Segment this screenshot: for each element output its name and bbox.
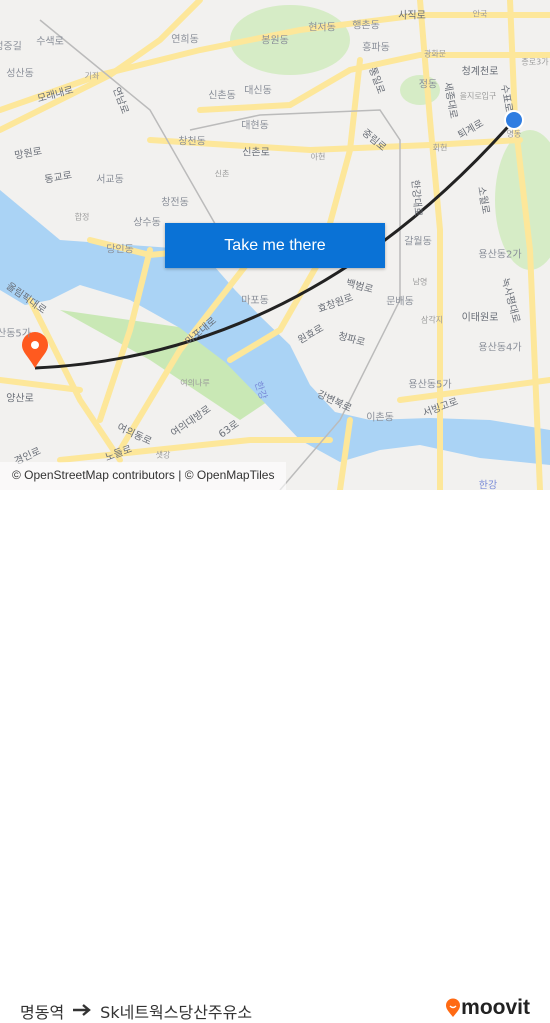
map-label: 수색로	[36, 36, 64, 48]
map-label: 아현	[310, 152, 326, 162]
map-label: 안국	[472, 9, 488, 19]
map-label: 합정	[74, 212, 90, 222]
map-label: 양산로	[6, 393, 34, 405]
map-label: 용산동5가	[408, 379, 452, 391]
map-label: 을지로입구	[459, 91, 497, 101]
map-label: 신촌동	[208, 90, 236, 102]
route-summary: 명동역 Sk네트웍스당산주유소	[20, 999, 252, 1023]
map-label: 용산동4가	[478, 342, 522, 354]
map-label: 여의나루	[180, 378, 210, 388]
map-label: 사직로	[398, 10, 426, 22]
map-label: 한강	[478, 480, 498, 491]
map-label: 현저동	[308, 22, 336, 34]
logo-text: moovit	[461, 996, 530, 1019]
map-label: 종로3가	[521, 57, 549, 67]
map-label: 대신동	[244, 85, 272, 97]
map-label: 광화문	[423, 49, 447, 59]
map-label: 삼각지	[420, 315, 444, 325]
map-label: 연희동	[171, 34, 199, 46]
map-label: 당인동	[106, 244, 134, 256]
map-label: 산동5가	[0, 328, 31, 340]
map-label: 정동	[418, 79, 438, 91]
map-label: 문배동	[386, 296, 414, 308]
map-label: 대현동	[241, 120, 269, 132]
map-label: 회현	[432, 143, 448, 153]
map-label: 기좌	[84, 71, 100, 81]
map[interactable]: 수색로 성중길 성산동 연희동 봉원동 현저동 행촌동 사직로 흥파동 광화문 …	[0, 0, 550, 490]
map-label: 상수동	[133, 217, 161, 229]
map-label: 이촌동	[366, 412, 394, 424]
map-label: 창전동	[161, 197, 189, 209]
map-label: 서교동	[96, 174, 124, 186]
map-label: 행촌동	[352, 20, 380, 32]
map-label: 창천동	[178, 136, 206, 148]
map-label: 청계천로	[461, 66, 499, 78]
map-label: 용산동2가	[478, 249, 522, 261]
footer: 명동역 Sk네트웍스당산주유소 moovit	[0, 490, 550, 1022]
map-label: 갈월동	[404, 236, 432, 248]
map-label: 명동	[506, 129, 522, 139]
map-attribution[interactable]: © OpenStreetMap contributors | © OpenMap…	[0, 462, 287, 490]
take-me-there-button[interactable]: Take me there	[165, 223, 385, 268]
arrow-right-icon	[72, 1002, 92, 1021]
map-label: 샛강	[155, 450, 171, 460]
moovit-logo: moovit	[445, 996, 530, 1020]
map-label: 성중길	[0, 41, 22, 53]
map-label: 성산동	[6, 68, 34, 80]
map-label: 봉원동	[261, 35, 289, 47]
destination-name: Sk네트웍스당산주유소	[100, 1003, 253, 1022]
map-label: 신촌로	[242, 147, 270, 159]
map-label: 흥파동	[362, 42, 390, 54]
moovit-pin-icon	[446, 998, 461, 1017]
map-label: 남영	[412, 277, 428, 287]
map-label: 마포동	[241, 295, 269, 307]
map-label: 이태원로	[461, 312, 499, 324]
map-label: 신촌	[214, 169, 230, 179]
map-label: 한강대로	[408, 179, 424, 217]
current-location-dot	[504, 110, 524, 130]
origin-name: 명동역	[20, 1003, 65, 1022]
